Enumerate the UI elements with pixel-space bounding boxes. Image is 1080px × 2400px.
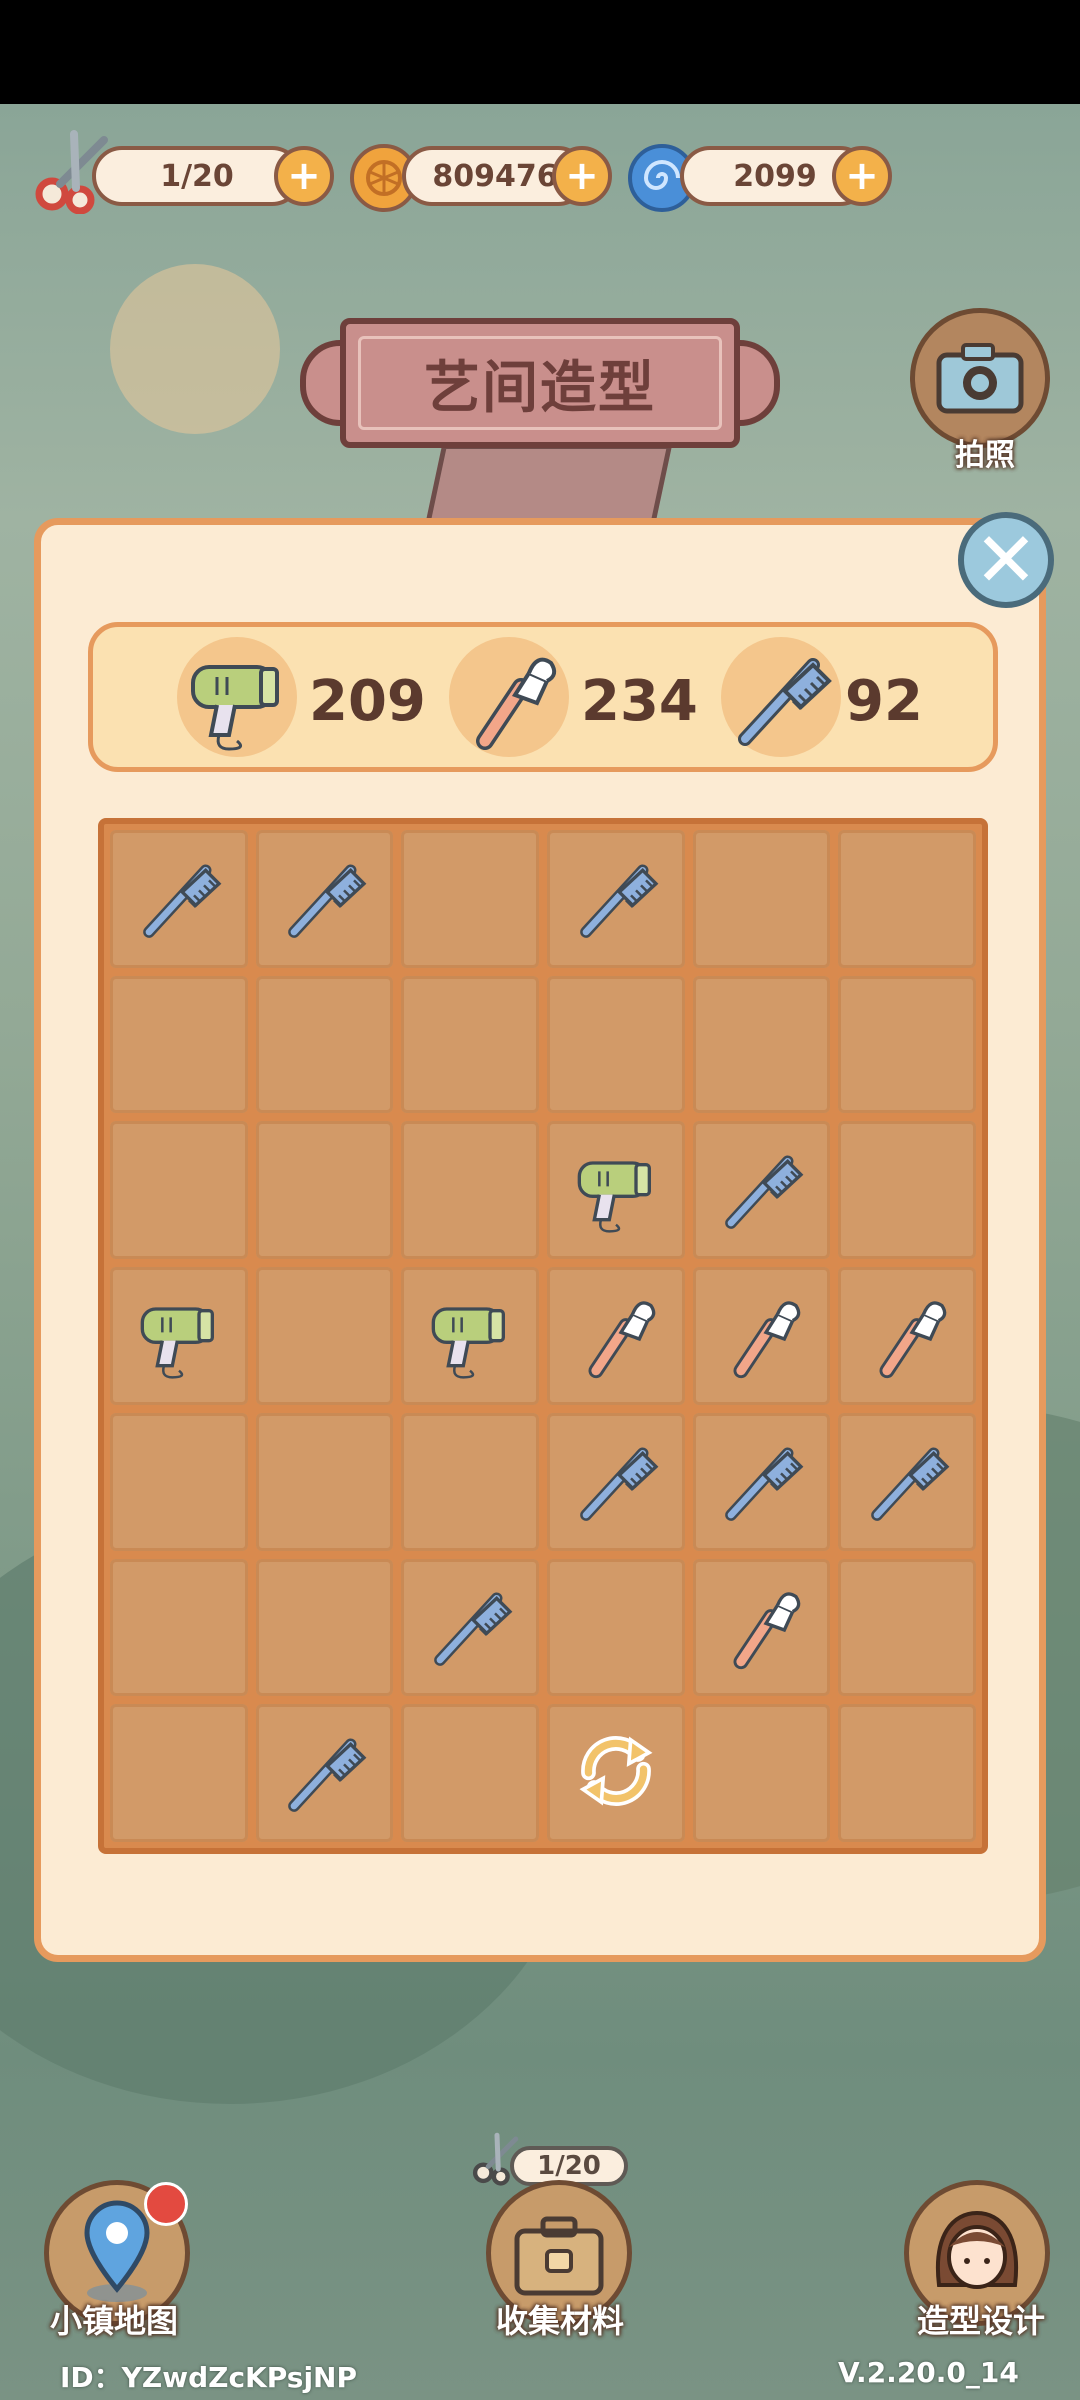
title-banner: 艺间造型 [300, 318, 780, 448]
town-map-label: 小镇地图 [49, 2302, 178, 2340]
grid-cell[interactable] [838, 1704, 976, 1842]
collect-energy-value: 1/20 [537, 2151, 601, 2181]
hair-dryer-count: 209 [309, 669, 426, 734]
grid-cell[interactable] [255, 1558, 394, 1697]
add-scissors-button[interactable]: + [274, 146, 334, 206]
comb-icon[interactable] [274, 1721, 374, 1825]
grid-cell[interactable] [110, 1121, 248, 1260]
comb-count: 92 [845, 669, 923, 734]
makeup-brush-icon[interactable] [857, 1284, 957, 1388]
comb-icon [738, 658, 832, 746]
hair-dryer-icon[interactable] [129, 1284, 229, 1388]
tool-counter-bar: 209 234 92 [88, 622, 998, 772]
grid-cell[interactable] [255, 1121, 394, 1260]
grid-cell[interactable] [692, 1267, 831, 1405]
grid-cell[interactable] [692, 1704, 831, 1842]
grid-cell[interactable] [547, 1121, 685, 1260]
hair-dryer-icon[interactable] [420, 1284, 520, 1388]
camera-icon [936, 343, 1024, 414]
camera-label: 拍照 [955, 438, 1015, 473]
hair-dryer-icon[interactable] [566, 1138, 666, 1242]
grid-cell[interactable] [838, 975, 976, 1114]
grid-cell[interactable] [692, 1558, 831, 1697]
merge-grid [98, 818, 988, 1854]
grid-cell[interactable] [255, 1267, 394, 1405]
makeup-brush-icon[interactable] [711, 1575, 811, 1679]
grid-cell[interactable] [255, 1704, 394, 1842]
swirl-value: 2099 [733, 158, 817, 194]
user-id: ID：YZwdZcKPsjNP [60, 2361, 357, 2394]
comb-icon[interactable] [566, 847, 666, 951]
grid-cell[interactable] [255, 975, 394, 1114]
comb-icon[interactable] [857, 1430, 957, 1534]
grid-cell[interactable] [401, 1412, 539, 1551]
status-bar [0, 0, 1080, 104]
page-title: 艺间造型 [424, 355, 656, 421]
version-label: V.2.20.0_14 [838, 2356, 1019, 2389]
close-icon: ✕ [974, 515, 1038, 604]
comb-icon[interactable] [129, 847, 229, 951]
add-swirl-button[interactable]: + [832, 146, 892, 206]
grid-cell[interactable] [401, 1121, 539, 1260]
grid-cell[interactable] [401, 1558, 539, 1697]
grid-cell[interactable] [401, 975, 539, 1114]
hair-dryer-icon [191, 665, 279, 751]
grid-cell[interactable] [838, 1558, 976, 1697]
sun-shape [110, 264, 280, 434]
add-coins-button[interactable]: + [552, 146, 612, 206]
scissors-counter: 1/20 [92, 146, 302, 206]
comb-icon[interactable] [711, 1138, 811, 1242]
close-button[interactable]: ✕ [958, 512, 1054, 608]
grid-cell[interactable] [110, 1704, 248, 1842]
grid-cell[interactable] [692, 1121, 831, 1260]
grid-cell[interactable] [692, 975, 831, 1114]
comb-icon[interactable] [711, 1430, 811, 1534]
grid-cell[interactable] [110, 1412, 248, 1551]
grid-cell[interactable] [547, 830, 685, 968]
grid-cell[interactable] [838, 1121, 976, 1260]
makeup-brush-icon[interactable] [711, 1284, 811, 1388]
grid-cell[interactable] [692, 1412, 831, 1551]
grid-cell[interactable] [547, 1704, 685, 1842]
scissors-value: 1/20 [160, 158, 234, 194]
grid-cell[interactable] [401, 830, 539, 968]
brush-count: 234 [581, 669, 698, 734]
collect-materials-label: 收集材料 [495, 2302, 624, 2340]
comb-icon[interactable] [420, 1575, 520, 1679]
coin-value: 809476 [432, 158, 558, 194]
brush-count-badge [449, 637, 569, 757]
refresh-icon[interactable] [561, 1716, 671, 1830]
grid-cell[interactable] [838, 1412, 976, 1551]
grid-cell[interactable] [838, 1267, 976, 1405]
grid-cell[interactable] [547, 1558, 685, 1697]
grid-cell[interactable] [110, 1558, 248, 1697]
grid-cell[interactable] [110, 1267, 248, 1405]
grid-cell[interactable] [255, 830, 394, 968]
camera-button[interactable] [910, 308, 1050, 448]
makeup-brush-icon[interactable] [566, 1284, 666, 1388]
hair-dryer-count-badge [177, 637, 297, 757]
grid-cell[interactable] [110, 975, 248, 1114]
grid-cell[interactable] [401, 1704, 539, 1842]
makeup-brush-icon [476, 657, 557, 750]
grid-cell[interactable] [547, 1412, 685, 1551]
style-design-label: 造型设计 [916, 2302, 1045, 2340]
comb-icon[interactable] [566, 1430, 666, 1534]
grid-cell[interactable] [838, 830, 976, 968]
comb-count-badge [721, 637, 841, 757]
grid-cell[interactable] [692, 830, 831, 968]
grid-cell[interactable] [255, 1412, 394, 1551]
grid-cell[interactable] [401, 1267, 539, 1405]
grid-cell[interactable] [547, 1267, 685, 1405]
grid-cell[interactable] [110, 830, 248, 968]
notification-dot [144, 2182, 188, 2226]
comb-icon[interactable] [274, 847, 374, 951]
grid-cell[interactable] [547, 975, 685, 1114]
